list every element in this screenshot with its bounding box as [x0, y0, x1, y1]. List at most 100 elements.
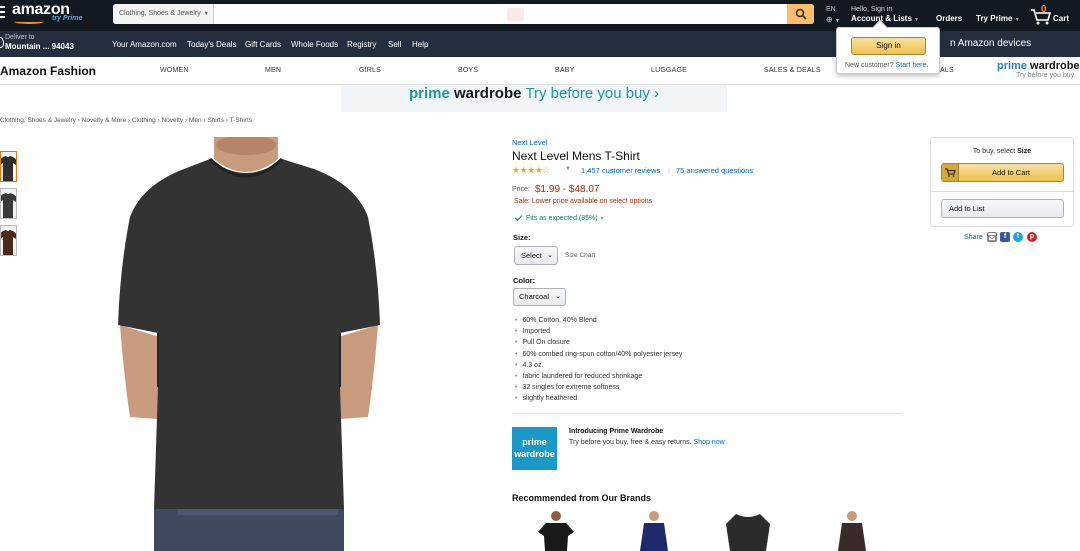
add-to-list-button[interactable]: Add to List [941, 199, 1064, 218]
thumbnail-2[interactable] [0, 188, 17, 219]
signin-button[interactable]: Sign in [851, 37, 926, 55]
shop-now-link[interactable]: Shop now [694, 439, 725, 446]
signin-flyout: Sign in New customer? Start here. [836, 19, 940, 74]
prime-wardrobe-intro: Introducing Prime Wardrobe [569, 428, 664, 435]
product-title: Next Level Mens T-Shirt [512, 149, 640, 163]
fashion-store-title[interactable]: Amazon Fashion [0, 64, 96, 78]
cart-button[interactable]: 0 Cart [1030, 3, 1076, 25]
account-lists-menu[interactable]: Account & Lists ▼ [851, 14, 919, 23]
star-rating-icon[interactable]: ★★★★☆ [512, 165, 550, 176]
category-partial[interactable]: ALS [940, 67, 954, 74]
nav-link-gift-cards[interactable]: Gift Cards [245, 40, 281, 49]
add-to-cart-label: Add to Cart [992, 168, 1030, 177]
search-input[interactable] [215, 4, 786, 24]
globe-icon[interactable]: ⊕ ▼ [826, 15, 840, 24]
feature-bullet: fabric laundered for reduced shrinkage [515, 371, 682, 382]
facebook-share-icon[interactable]: f [1000, 232, 1010, 242]
feature-bullet: 60% Cotton, 40% Blend [515, 315, 682, 326]
share-label[interactable]: Share [964, 234, 983, 241]
breadcrumb[interactable]: Clothing, Shoes & Jewelry › Novelty & Mo… [0, 117, 252, 124]
nav-link-registry[interactable]: Registry [347, 40, 376, 49]
brand-link[interactable]: Next Level [512, 138, 547, 147]
search-department-label: Clothing, Shoes & Jewelry [119, 10, 201, 17]
search-icon [795, 8, 807, 20]
prime-wardrobe-desc: Try before you buy, free & easy returns.… [569, 439, 725, 446]
feature-bullet: Imported [515, 326, 682, 337]
caret-down-icon: ▼ [1014, 17, 1020, 23]
recommended-item-3[interactable] [724, 510, 772, 551]
price-label: Price: [512, 186, 530, 193]
category-boys[interactable]: BOYS [458, 67, 478, 74]
account-greeting[interactable]: Hello, Sign in [851, 6, 892, 13]
prime-wardrobe-logo-part1: prime [997, 60, 1027, 72]
location-pin-icon [0, 37, 4, 48]
nav-link-your-amazon[interactable]: Your Amazon.com [112, 40, 177, 49]
deliver-location[interactable]: Mountain ... 94043 [5, 42, 74, 51]
orders-link[interactable]: Orders [936, 14, 962, 23]
sale-note: Sale: Lower price available on select op… [514, 198, 653, 205]
checkmark-icon [514, 213, 523, 221]
recommended-title: Recommended from Our Brands [512, 493, 652, 503]
nav-link-todays-deals[interactable]: Today's Deals [187, 40, 237, 49]
product-main-image[interactable] [118, 137, 380, 551]
buy-note-size: Size [1017, 148, 1032, 155]
nav-link-whole-foods[interactable]: Whole Foods [291, 40, 338, 49]
cart-count: 0 [1041, 4, 1047, 15]
search-button[interactable] [787, 4, 814, 24]
prime-wardrobe-logo[interactable]: prime wardrobe [997, 60, 1080, 72]
size-label: Size: [513, 233, 531, 242]
category-girls[interactable]: GIRLS [359, 67, 381, 74]
prime-wardrobe-banner[interactable]: prime wardrobe Try before you buy › [341, 85, 727, 112]
feature-bullet: Pull On closure [515, 337, 682, 348]
deliver-to-label[interactable]: Deliver to [5, 34, 35, 41]
category-luggage[interactable]: LUGGAGE [651, 67, 687, 74]
cart-label: Cart [1053, 14, 1070, 23]
prime-wardrobe-tagline: Try before you buy [1016, 72, 1075, 79]
cart-glyph-icon [944, 168, 956, 177]
try-prime-logo-text: try Prime [52, 15, 83, 22]
try-prime-menu[interactable]: Try Prime ▼ [976, 14, 1020, 23]
chevron-down-icon: ⌄ [555, 293, 561, 300]
thumbnail-3[interactable] [0, 225, 17, 256]
customer-reviews-link[interactable]: 1,457 customer reviews [581, 166, 660, 175]
category-women[interactable]: WOMEN [160, 67, 189, 74]
banner-wardrobe: wardrobe [449, 85, 522, 102]
feature-bullet: 4.3 oz. [515, 360, 682, 371]
rating-caret-icon[interactable]: ▼ [565, 166, 571, 172]
language-selector[interactable]: EN [826, 6, 836, 13]
recommended-item-1[interactable] [532, 510, 580, 551]
menu-icon[interactable] [0, 6, 5, 18]
email-share-icon[interactable] [987, 232, 997, 242]
nav-link-sell[interactable]: Sell [388, 40, 401, 49]
recommended-item-2[interactable] [630, 510, 678, 551]
answered-questions-link[interactable]: 75 answered questions [676, 166, 753, 175]
size-select[interactable]: Select ⌄ [514, 246, 558, 265]
start-here-link[interactable]: Start here. [896, 62, 929, 69]
tshirt-thumbnail-icon [1, 230, 16, 255]
nav-link-help[interactable]: Help [412, 40, 428, 49]
thumbnail-1[interactable] [0, 151, 17, 182]
feature-bullet: 32 singles for extreme softness [515, 382, 682, 393]
search-decoration [507, 8, 524, 21]
pinterest-share-icon[interactable]: p [1027, 232, 1037, 242]
color-select-value: Charcoal [519, 292, 550, 301]
search-department-select[interactable]: Clothing, Shoes & Jewelry ▼ [113, 4, 214, 24]
fit-rating[interactable]: Fits as expected (85%) ▼ [514, 213, 605, 222]
category-men[interactable]: MEN [265, 67, 281, 74]
buy-note-text: To buy, select [972, 148, 1018, 155]
size-chart-link[interactable]: Size Chart [565, 252, 595, 259]
color-select[interactable]: Charcoal ⌄ [513, 288, 566, 306]
recommended-item-4[interactable] [828, 510, 876, 551]
category-baby[interactable]: BABY [555, 67, 574, 74]
prime-wardrobe-logo-box[interactable]: prime wardrobe [512, 427, 557, 470]
nav-promo-devices[interactable]: n Amazon devices [950, 38, 1031, 49]
pw-desc-text: Try before you buy, free & easy returns. [569, 439, 692, 446]
try-prime-label: Try Prime [976, 14, 1013, 23]
envelope-glyph [988, 234, 996, 241]
category-sales-deals[interactable]: SALES & DEALS [764, 67, 821, 74]
feature-bullets: 60% Cotton, 40% Blend Imported Pull On c… [515, 315, 682, 405]
prime-wardrobe-logo-part2: wardrobe [1026, 60, 1080, 72]
tshirt-thumbnail-icon [1, 193, 16, 218]
twitter-share-icon[interactable]: t [1013, 232, 1023, 242]
add-to-cart-button[interactable]: Add to Cart [941, 163, 1064, 182]
